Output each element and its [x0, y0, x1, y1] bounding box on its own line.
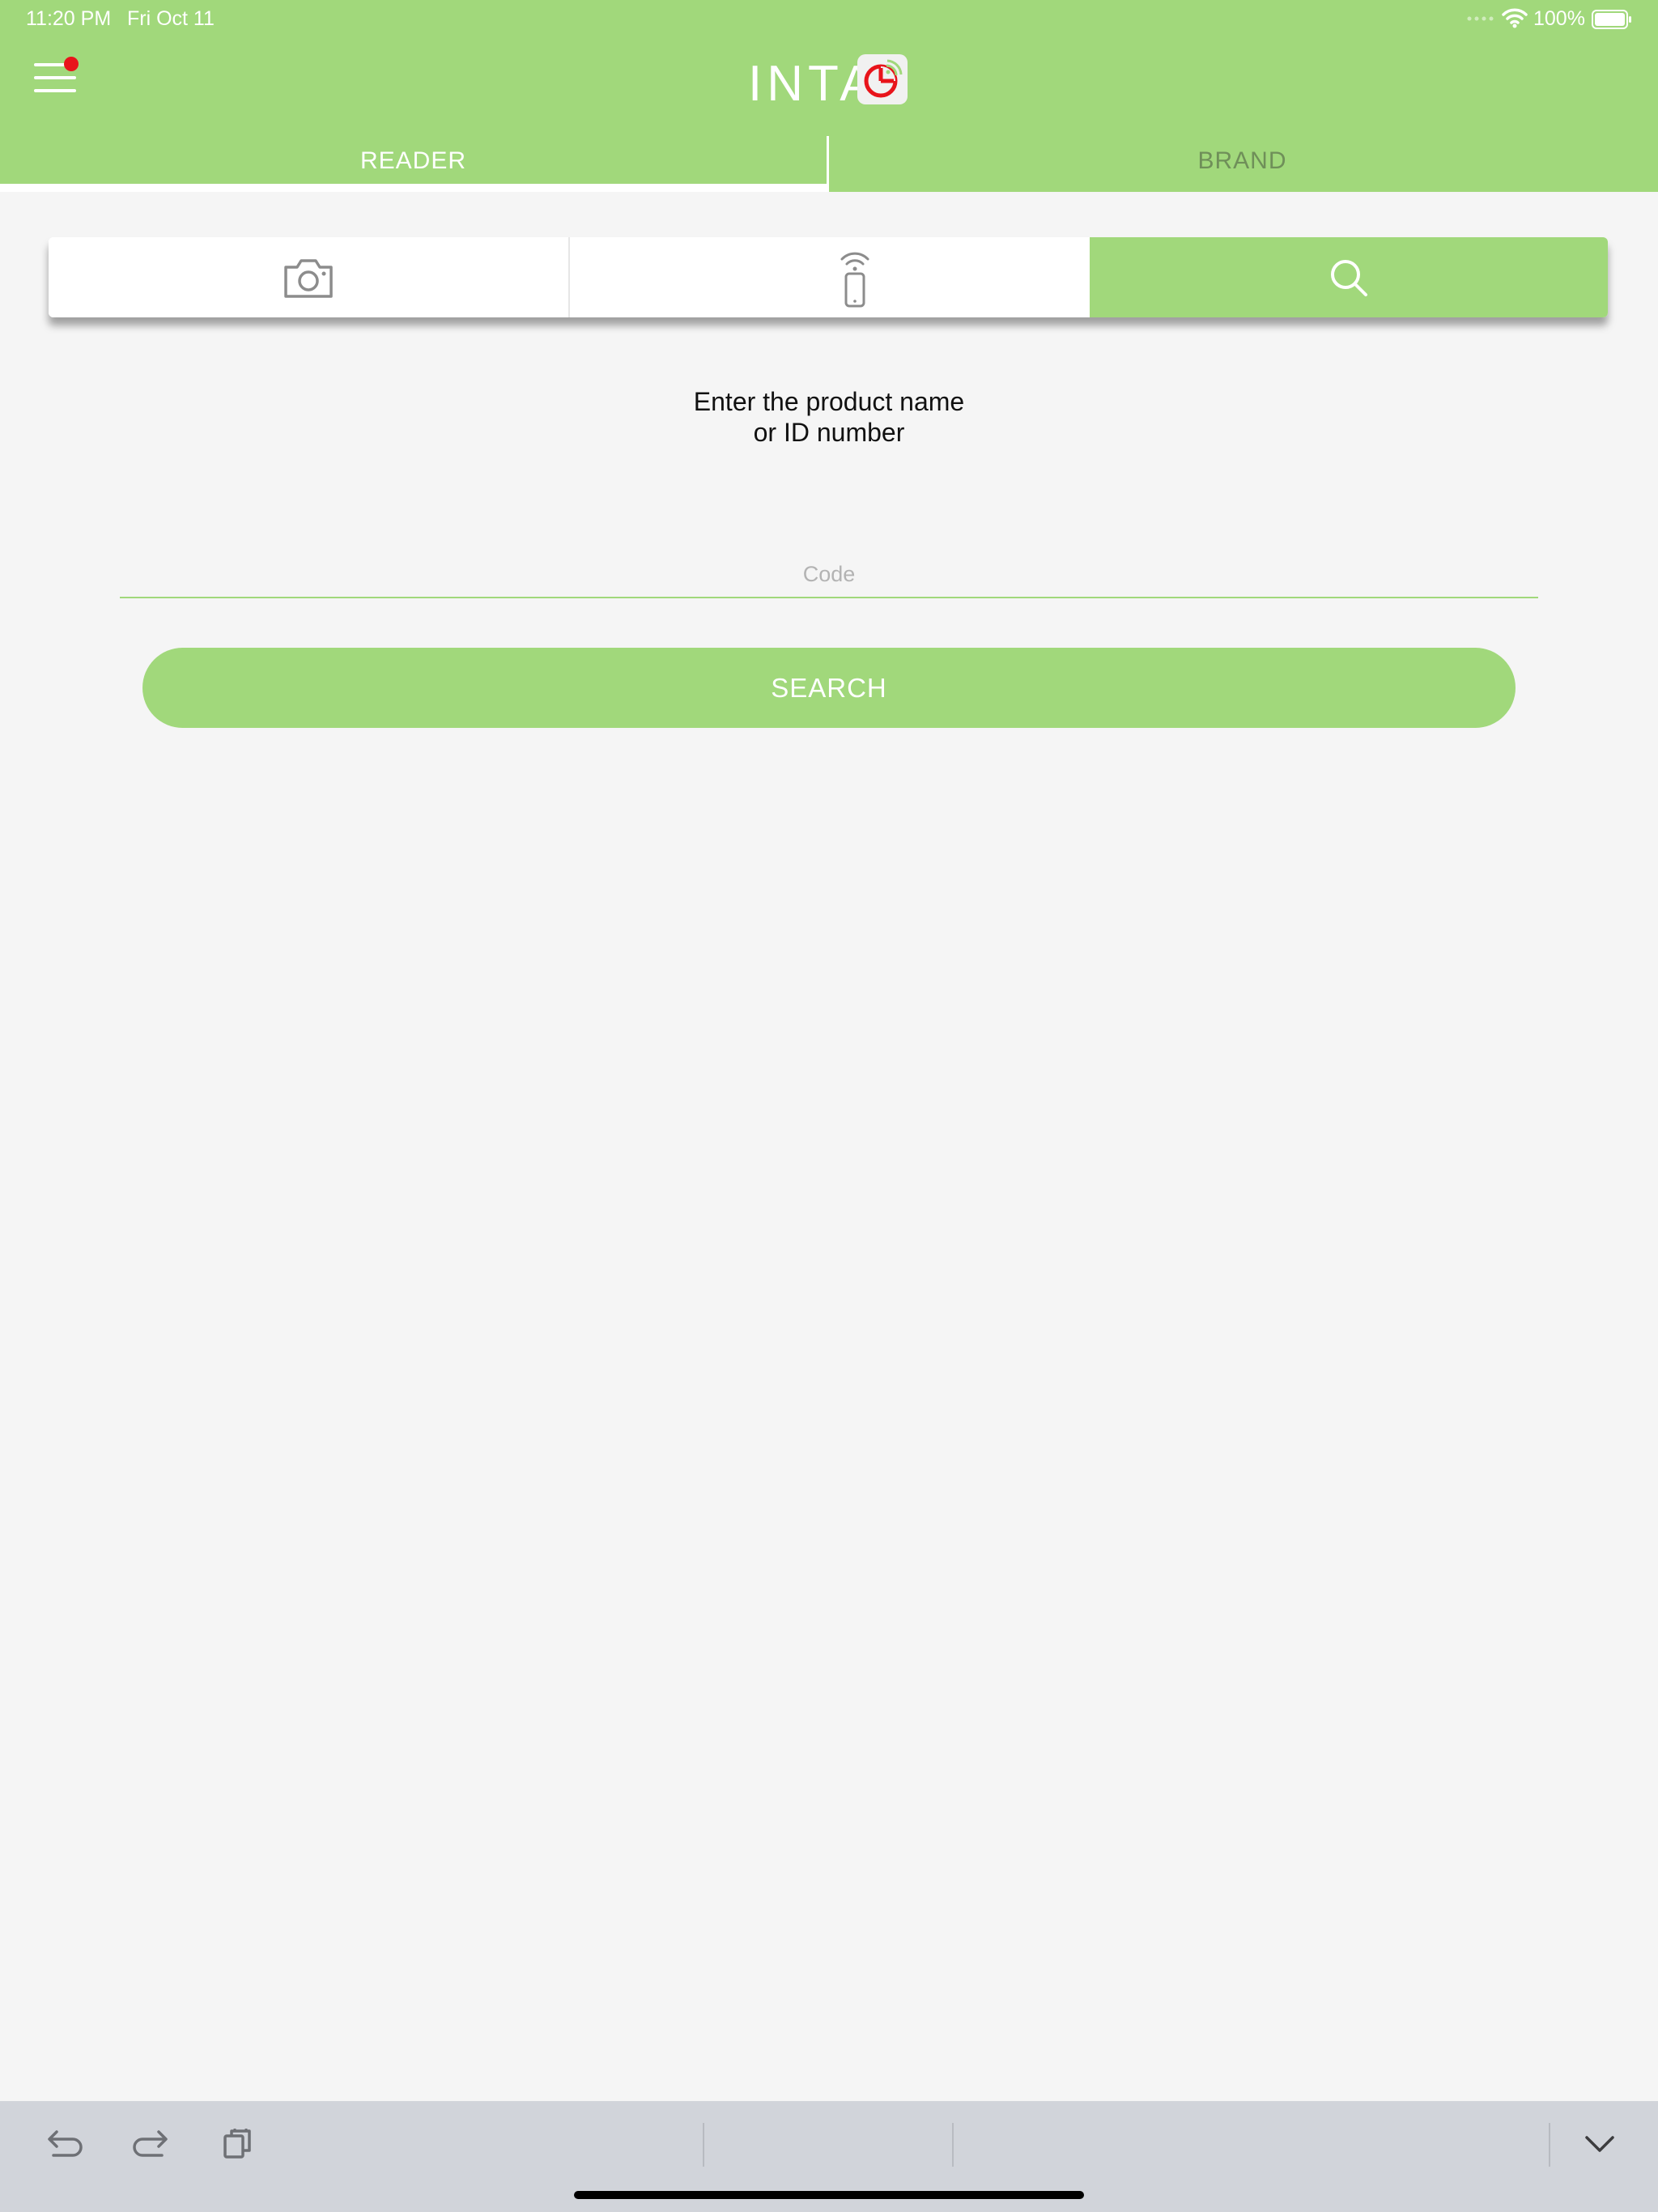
battery-icon [1592, 10, 1631, 29]
mode-search-button[interactable] [1090, 237, 1608, 317]
status-date: Fri Oct 11 [127, 7, 215, 30]
home-indicator [574, 2191, 1084, 2199]
hide-keyboard-icon [1585, 2136, 1614, 2152]
instruction-line-2: or ID number [753, 418, 905, 447]
paste-icon [223, 2129, 251, 2159]
search-icon [1331, 259, 1367, 296]
menu-icon-line [34, 76, 76, 79]
keyboard-bar-divider [703, 2123, 704, 2167]
app-logo: INTA [748, 52, 910, 112]
undo-button[interactable] [42, 2121, 87, 2167]
camera-icon [283, 258, 333, 298]
cellular-signal-icon [1467, 16, 1494, 21]
nfc-phone-icon [840, 252, 869, 307]
mode-selector [49, 237, 1608, 317]
menu-icon-line [34, 89, 76, 92]
mode-nfc-button[interactable] [568, 237, 1140, 317]
battery-percentage: 100% [1533, 7, 1585, 30]
menu-button[interactable] [31, 57, 79, 97]
search-instruction: Enter the product name or ID number [505, 386, 1153, 448]
search-button[interactable]: SEARCH [142, 648, 1516, 728]
redo-button[interactable] [128, 2121, 173, 2167]
tab-selection-indicator [0, 184, 827, 192]
mode-camera-button[interactable] [49, 237, 568, 317]
keyboard-bar-divider [952, 2123, 954, 2167]
keyboard-bar-divider [1549, 2123, 1550, 2167]
undo-icon [48, 2130, 83, 2157]
code-input[interactable] [120, 552, 1538, 598]
redo-icon [133, 2130, 168, 2157]
instruction-line-1: Enter the product name [693, 387, 965, 416]
hide-keyboard-button[interactable] [1577, 2121, 1622, 2167]
tab-reader[interactable]: READER [0, 130, 827, 192]
logo-mark-icon [857, 54, 908, 104]
notification-dot [64, 57, 79, 71]
wifi-icon [1502, 8, 1528, 28]
paste-button[interactable] [215, 2121, 261, 2167]
status-time: 11:20 PM [26, 7, 112, 30]
status-bar: 11:20 PM Fri Oct 11 100% [0, 0, 1658, 39]
tab-brand[interactable]: BRAND [829, 130, 1656, 192]
